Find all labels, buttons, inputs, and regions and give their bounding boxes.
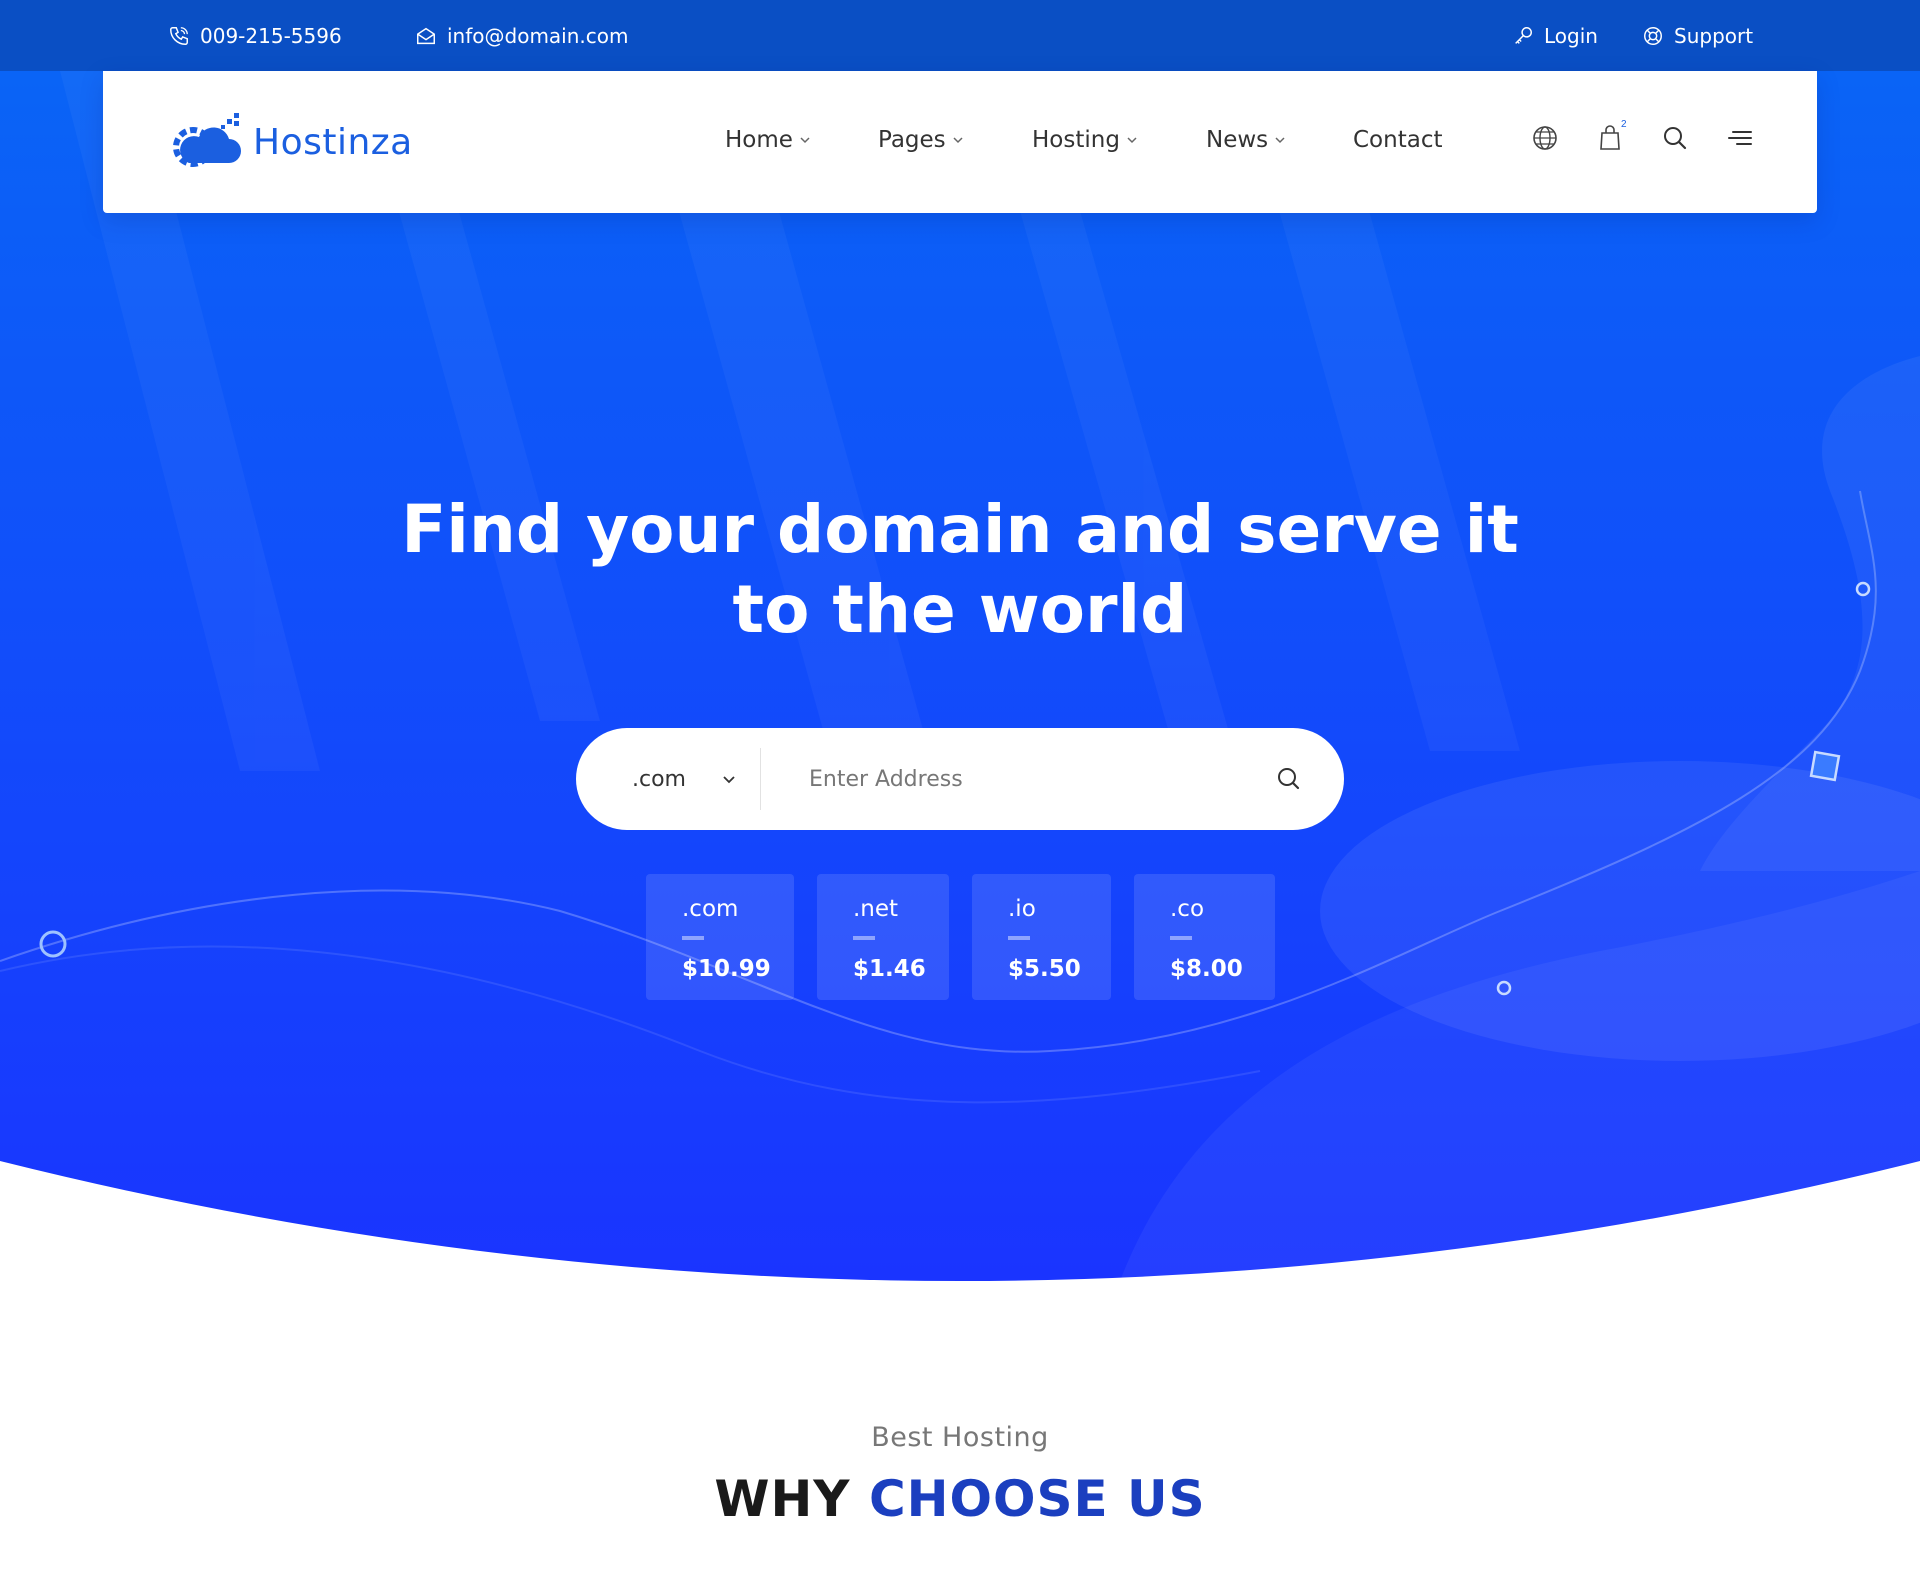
domain-price: $10.99 — [682, 956, 771, 982]
nav-item-label: Contact — [1353, 127, 1443, 153]
domain-price-card[interactable]: .net $1.46 — [817, 874, 949, 1000]
cart-button[interactable]: 2 — [1595, 119, 1629, 157]
chevron-down-icon — [1127, 137, 1137, 144]
chevron-down-icon — [723, 776, 735, 784]
nav-item-news[interactable]: News — [1206, 127, 1286, 153]
main-navbar: Hostinza Home Pages Hosting News Contact — [103, 71, 1817, 213]
domain-extension: .io — [1008, 896, 1036, 922]
cloud-gear-logo-icon — [173, 113, 241, 167]
headline-line-2: to the world — [732, 571, 1188, 648]
domain-price: $5.50 — [1008, 956, 1081, 982]
nav-item-contact[interactable]: Contact — [1353, 127, 1442, 153]
login-link[interactable]: Login — [1512, 0, 1598, 71]
hero-background — [0, 71, 1920, 1281]
cart-count-badge: 2 — [1621, 119, 1627, 130]
search-divider — [760, 748, 761, 810]
section-title-part-1: WHY — [714, 1470, 851, 1528]
login-label: Login — [1544, 23, 1598, 48]
hero-headline: Find your domain and serve it to the wor… — [0, 490, 1920, 650]
globe-icon[interactable] — [1530, 123, 1560, 153]
tld-selected-value: .com — [632, 766, 686, 792]
section-title: WHY CHOOSE US — [0, 1470, 1920, 1528]
search-submit-icon[interactable] — [1274, 764, 1304, 794]
search-icon[interactable] — [1660, 123, 1690, 153]
nav-item-hosting[interactable]: Hosting — [1032, 127, 1138, 153]
domain-extension: .com — [682, 896, 739, 922]
nav-item-home[interactable]: Home — [725, 127, 811, 153]
divider — [853, 936, 875, 940]
email-address: info@domain.com — [447, 23, 629, 48]
email-contact[interactable]: info@domain.com — [415, 0, 628, 71]
chevron-down-icon — [953, 137, 963, 144]
support-link[interactable]: Support — [1642, 0, 1753, 71]
domain-price-card[interactable]: .co $8.00 — [1134, 874, 1275, 1000]
page: 009-215-5596 info@domain.com Login Suppo… — [0, 0, 1920, 1575]
support-label: Support — [1674, 23, 1754, 48]
section-title-part-2: CHOOSE US — [868, 1470, 1206, 1528]
nav-item-label: News — [1206, 127, 1269, 153]
nav-item-label: Hosting — [1032, 127, 1120, 153]
domain-extension: .net — [853, 896, 899, 922]
brand-name: Hostinza — [253, 121, 413, 163]
top-bar: 009-215-5596 info@domain.com Login Suppo… — [0, 0, 1920, 71]
hero-section — [0, 71, 1920, 1281]
phone-icon — [170, 26, 188, 45]
support-icon — [1644, 26, 1662, 45]
key-icon — [1515, 26, 1532, 44]
nav-item-label: Pages — [878, 127, 946, 153]
domain-price: $1.46 — [853, 956, 926, 982]
headline-line-1: Find your domain and serve it — [401, 491, 1519, 568]
domain-extension: .co — [1170, 896, 1205, 922]
nav-item-pages[interactable]: Pages — [878, 127, 964, 153]
nav-item-label: Home — [725, 127, 793, 153]
domain-address-input[interactable] — [809, 758, 1249, 800]
chevron-down-icon — [800, 137, 810, 144]
divider — [1170, 936, 1192, 940]
divider — [1008, 936, 1030, 940]
domain-search-box: .com — [576, 728, 1344, 830]
domain-price-card[interactable]: .io $5.50 — [972, 874, 1111, 1000]
brand-logo[interactable]: Hostinza — [169, 111, 413, 173]
phone-number: 009-215-5596 — [200, 23, 342, 48]
domain-price: $8.00 — [1170, 956, 1243, 982]
domain-price-card[interactable]: .com $10.99 — [646, 874, 794, 1000]
menu-icon[interactable] — [1725, 123, 1755, 153]
chevron-down-icon — [1275, 137, 1285, 144]
section-subtitle: Best Hosting — [871, 1422, 1049, 1453]
envelope-icon — [417, 27, 435, 44]
tld-dropdown[interactable]: .com — [632, 728, 736, 830]
phone-contact[interactable]: 009-215-5596 — [168, 0, 342, 71]
divider — [682, 936, 704, 940]
